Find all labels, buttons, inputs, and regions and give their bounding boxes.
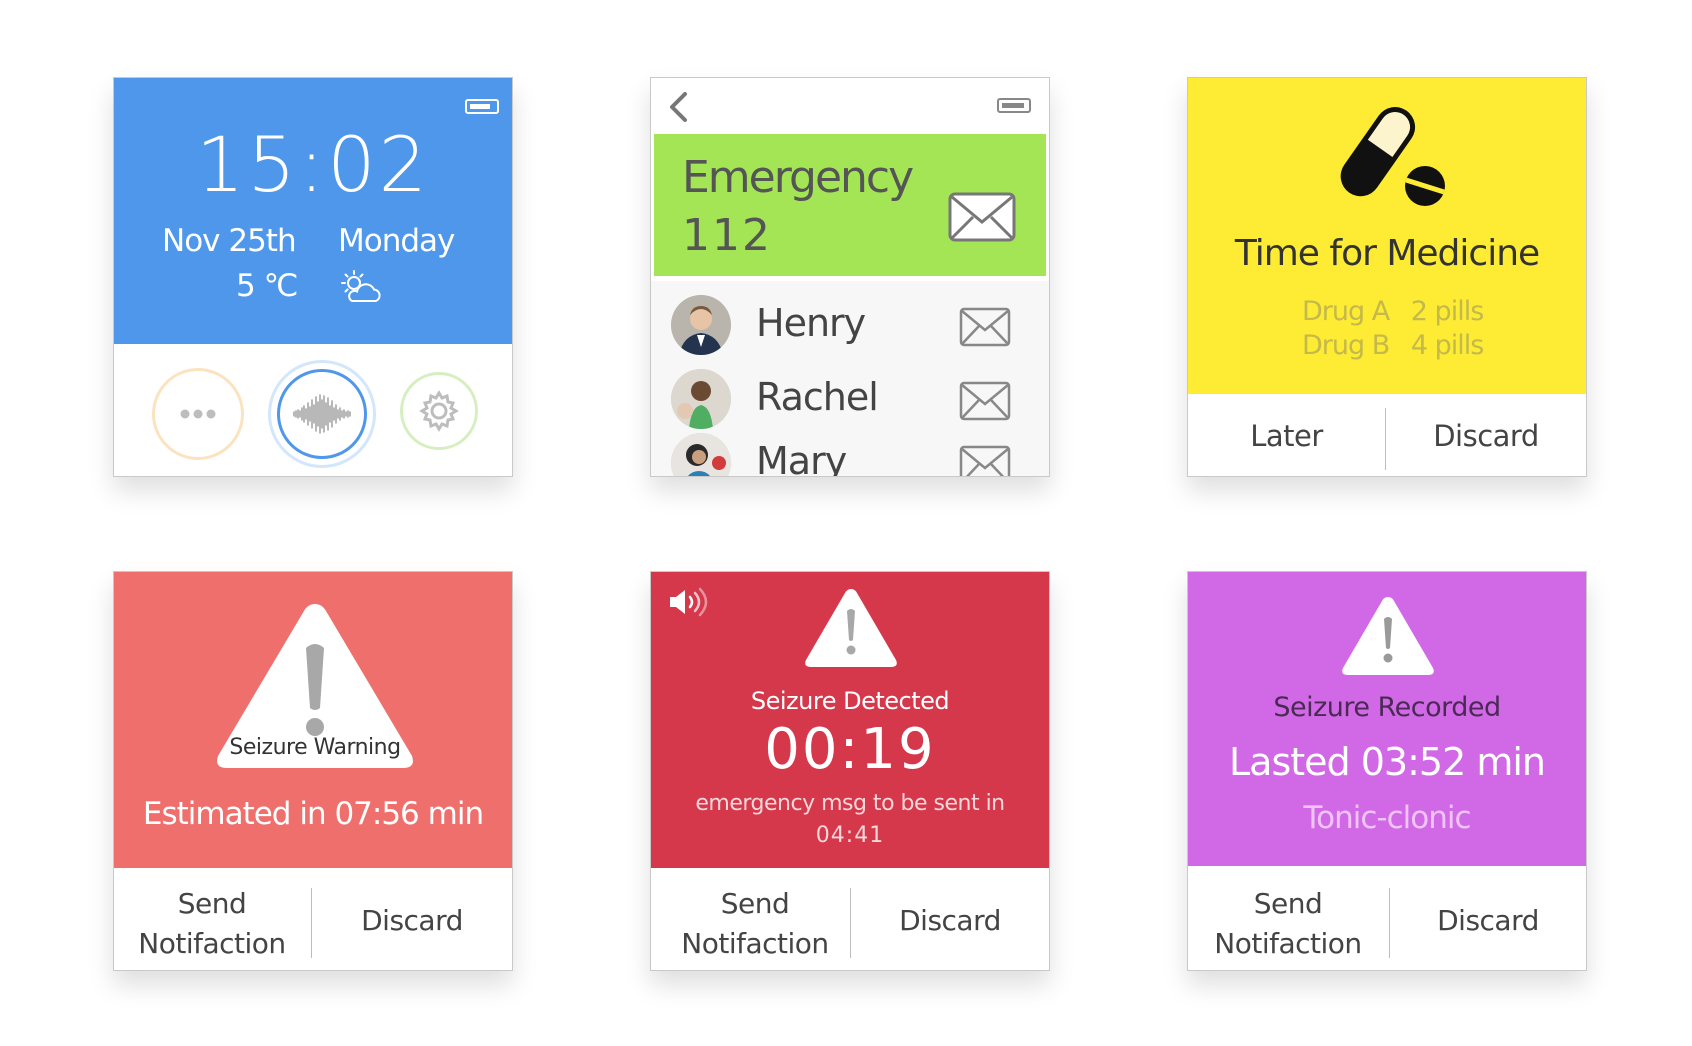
contact-row[interactable]: Mary xyxy=(651,433,1049,477)
send-label: Send xyxy=(720,887,790,920)
emergency-label: Emergency xyxy=(682,152,914,203)
send-label: Notifaction xyxy=(681,927,829,960)
seizure-type-label: Tonic-clonic xyxy=(1303,800,1471,836)
voice-icon xyxy=(293,394,351,434)
contact-name: Rachel xyxy=(756,375,879,419)
lasted-label: Lasted 03:52 min xyxy=(1229,740,1546,784)
avatar xyxy=(671,369,731,429)
pills-icon xyxy=(1340,107,1445,206)
partly-cloudy-icon xyxy=(341,270,381,302)
envelope-icon[interactable] xyxy=(946,190,1018,244)
back-icon[interactable] xyxy=(665,90,691,124)
home-screen: 15:02 Nov 25th Monday 5 ℃ xyxy=(113,77,513,477)
contacts-screen: Emergency 112 Henry Rachel Mary xyxy=(650,77,1050,477)
later-button[interactable]: Later xyxy=(1188,419,1385,453)
discard-button[interactable]: Discard xyxy=(312,904,512,937)
settings-icon xyxy=(419,390,459,432)
drug-row: Drug B 4 pills xyxy=(1302,330,1484,361)
warning-panel: Seizure Warning Estimated in 07:56 min xyxy=(114,572,512,868)
send-notification-button[interactable]: Send Notifaction xyxy=(114,884,310,964)
speaker-icon[interactable] xyxy=(667,586,711,618)
warning-icon xyxy=(1342,597,1434,675)
emergency-call-button[interactable]: Emergency 112 xyxy=(654,134,1046,276)
warning-actions: Send Notifaction Discard xyxy=(114,868,512,970)
warning-icon xyxy=(805,589,897,667)
drug-row: Drug A 2 pills xyxy=(1302,296,1484,327)
estimate-label: Estimated in 07:56 min xyxy=(142,796,484,832)
drug-name: Drug A xyxy=(1302,296,1390,327)
avatar xyxy=(671,295,731,355)
seizure-warning-screen: Seizure Warning Estimated in 07:56 min S… xyxy=(113,571,513,971)
battery-icon xyxy=(997,98,1031,113)
avatar xyxy=(671,433,731,476)
send-label: Send xyxy=(1253,887,1323,920)
day-label: Monday xyxy=(338,223,455,259)
send-notification-button[interactable]: Send Notifaction xyxy=(651,884,859,964)
drug-name: Drug B xyxy=(1302,330,1390,361)
detected-timer: 00:19 xyxy=(764,717,936,782)
warning-triangle-label: Seizure Warning xyxy=(229,735,401,760)
contact-name: Henry xyxy=(756,301,866,345)
send-label: Notifaction xyxy=(138,927,286,960)
battery-icon xyxy=(465,99,499,114)
drug-dose: 2 pills xyxy=(1410,296,1484,327)
more-icon xyxy=(180,409,216,419)
seizure-detected-screen: Seizure Detected 00:19 emergency msg to … xyxy=(650,571,1050,971)
recorded-panel: Seizure Recorded Lasted 03:52 min Tonic-… xyxy=(1188,572,1586,866)
voice-button[interactable] xyxy=(268,360,376,468)
seizure-recorded-screen: Seizure Recorded Lasted 03:52 min Tonic-… xyxy=(1187,571,1587,971)
more-button[interactable] xyxy=(152,368,244,460)
recorded-actions: Send Notifaction Discard xyxy=(1188,866,1586,970)
detected-actions: Send Notifaction Discard xyxy=(651,868,1049,970)
contact-name: Mary xyxy=(756,439,847,477)
countdown-message: emergency msg to be sent in xyxy=(695,791,1005,816)
envelope-icon[interactable] xyxy=(959,307,1011,347)
send-label: Send xyxy=(177,887,247,920)
discard-button[interactable]: Discard xyxy=(1390,904,1586,937)
contact-row[interactable]: Henry xyxy=(651,295,1049,365)
detected-panel: Seizure Detected 00:19 emergency msg to … xyxy=(651,572,1049,868)
envelope-icon[interactable] xyxy=(959,381,1011,421)
countdown-time: 04:41 xyxy=(815,823,885,848)
medicine-panel: Time for Medicine Drug A 2 pills Drug B … xyxy=(1188,78,1586,394)
send-label: Notifaction xyxy=(1214,927,1362,960)
emergency-number: 112 xyxy=(682,210,772,261)
settings-button[interactable] xyxy=(400,372,478,450)
date-label: Nov 25th xyxy=(162,223,297,259)
discard-button[interactable]: Discard xyxy=(851,904,1049,937)
contact-list: Henry Rachel Mary xyxy=(651,281,1049,476)
send-notification-button[interactable]: Send Notifaction xyxy=(1188,884,1388,964)
home-header: 15:02 Nov 25th Monday 5 ℃ xyxy=(114,78,512,344)
medicine-title: Time for Medicine xyxy=(1234,233,1540,274)
contact-row[interactable]: Rachel xyxy=(651,369,1049,439)
recorded-title: Seizure Recorded xyxy=(1273,692,1501,723)
detected-title: Seizure Detected xyxy=(750,687,950,715)
discard-button[interactable]: Discard xyxy=(1386,419,1586,453)
drug-dose: 4 pills xyxy=(1410,330,1484,361)
medicine-reminder-screen: Time for Medicine Drug A 2 pills Drug B … xyxy=(1187,77,1587,477)
clock-time: 15:02 xyxy=(195,120,431,209)
temperature-label: 5 ℃ xyxy=(236,268,298,304)
medicine-actions: Later Discard xyxy=(1188,394,1586,476)
envelope-icon[interactable] xyxy=(959,445,1011,477)
